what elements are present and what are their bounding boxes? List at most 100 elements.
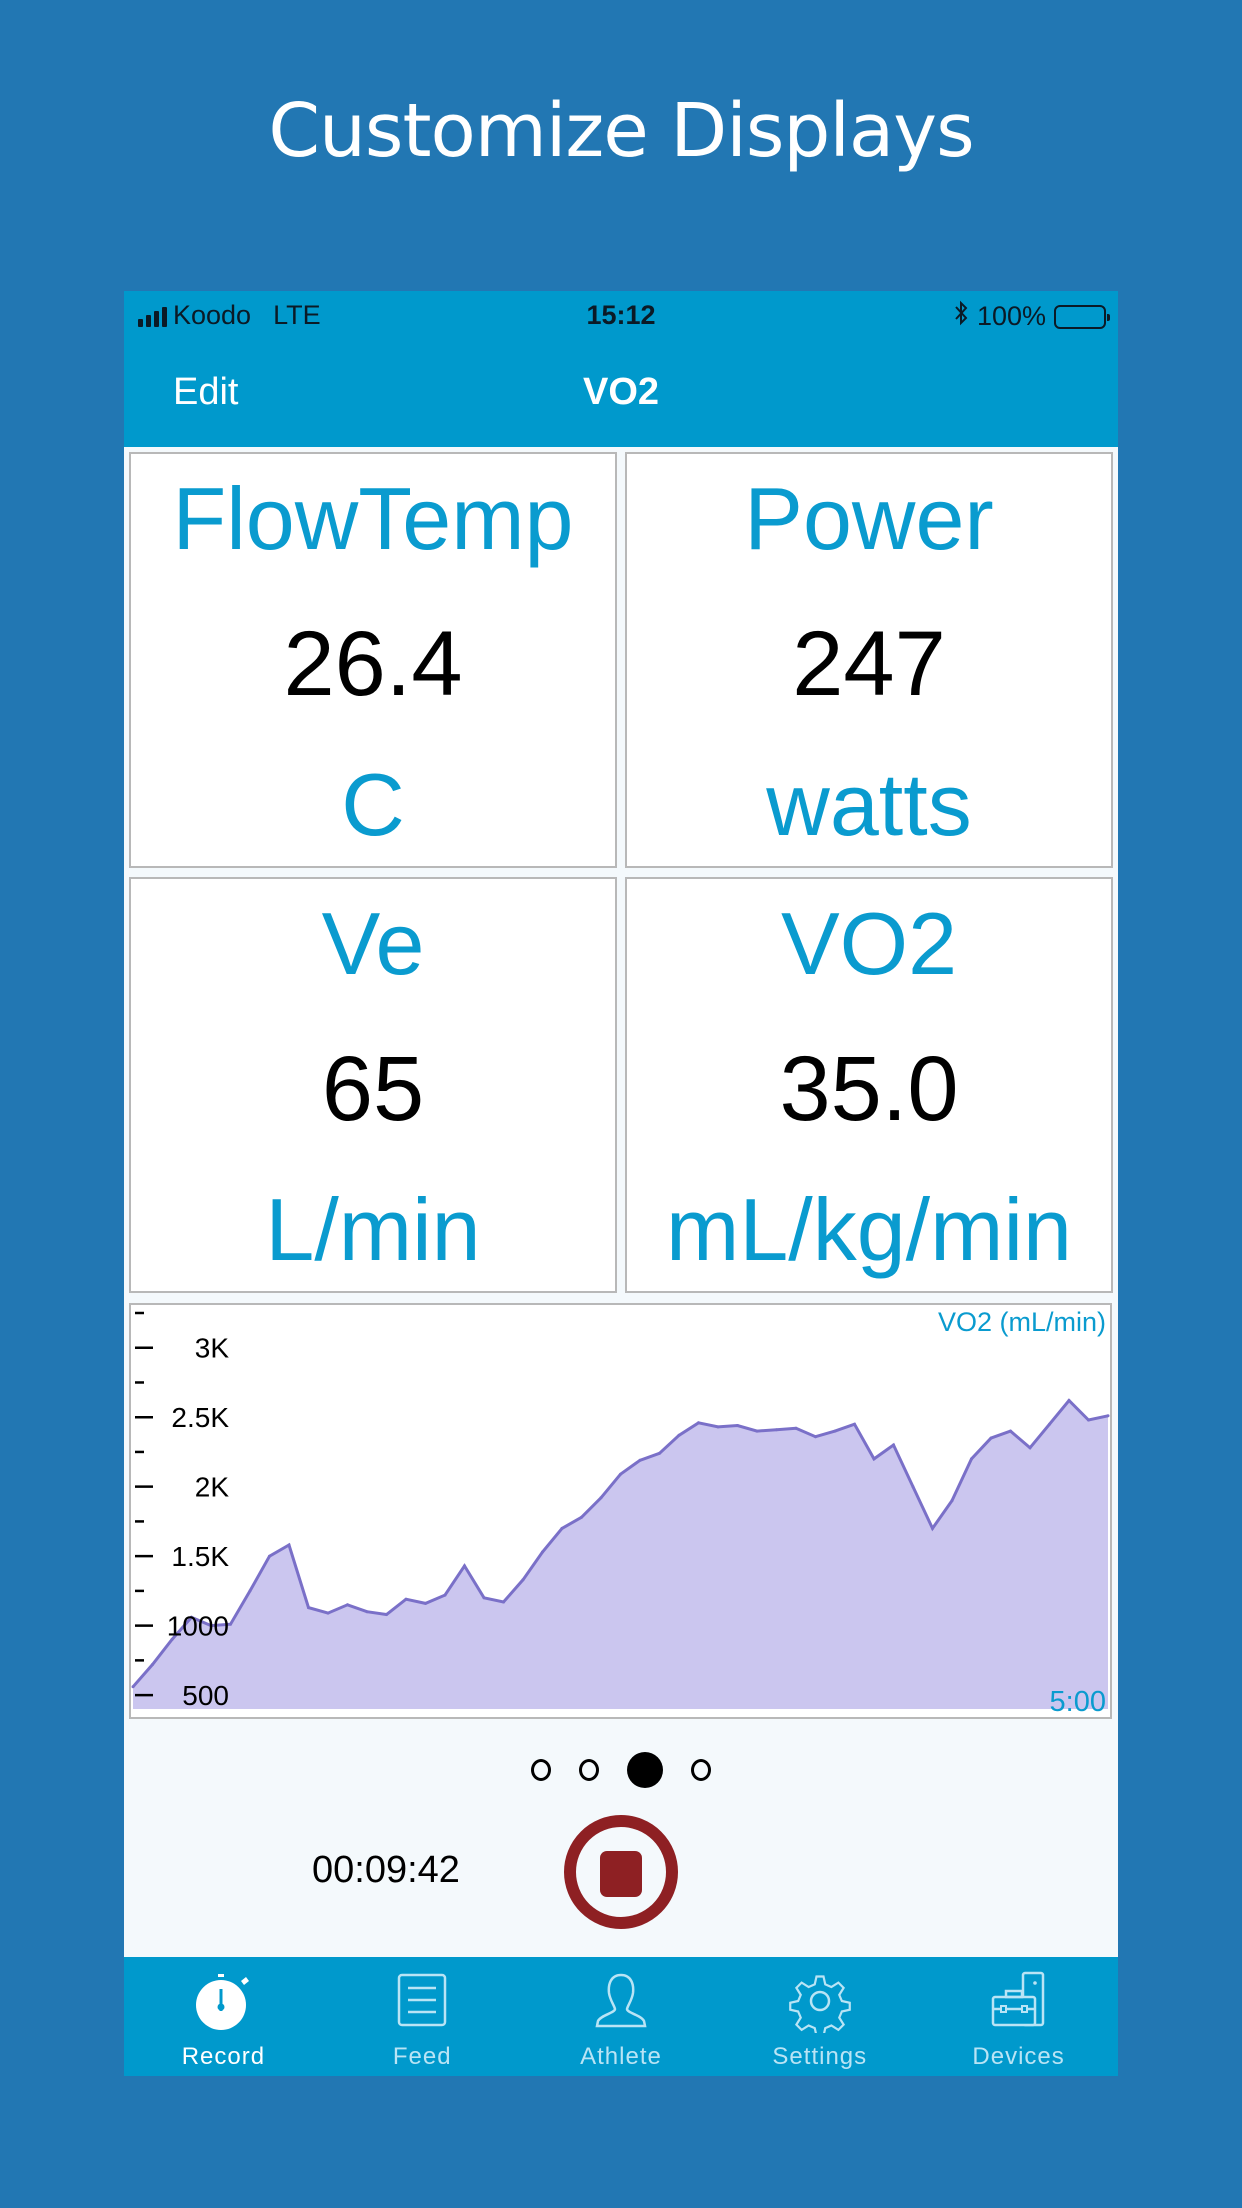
vo2-data-point	[443, 1593, 447, 1597]
vo2-data-point	[599, 1496, 603, 1500]
vo2-data-point	[131, 1685, 135, 1689]
vo2-data-point	[326, 1611, 330, 1615]
vo2-data-point	[1087, 1418, 1090, 1422]
page-dot[interactable]	[627, 1752, 663, 1788]
metric-value: 65	[321, 1038, 425, 1140]
vo2-data-point	[560, 1526, 564, 1530]
metric-card-ve[interactable]: Ve 65 L/min	[129, 877, 617, 1293]
tab-settings[interactable]: Settings	[720, 1957, 919, 2076]
page-dot[interactable]	[579, 1759, 599, 1781]
tab-athlete[interactable]: Athlete	[522, 1957, 721, 2076]
vo2-data-point	[1106, 1414, 1110, 1418]
vo2-data-point	[1067, 1399, 1071, 1402]
vo2-data-point	[638, 1458, 642, 1462]
vo2-data-point	[814, 1435, 817, 1439]
vo2-data-point	[853, 1422, 856, 1426]
stop-recording-button[interactable]	[564, 1815, 678, 1929]
metric-card-flowtemp[interactable]: FlowTemp 26.4 C	[129, 452, 617, 868]
battery-icon	[1054, 304, 1110, 329]
page-title: VO2	[582, 371, 660, 413]
metric-name: VO2	[780, 894, 958, 993]
tab-label: Settings	[772, 2043, 868, 2070]
vo2-data-point	[755, 1429, 759, 1433]
page-dot[interactable]	[531, 1759, 551, 1781]
chart-title: VO2 (mL/min)	[938, 1307, 1106, 1337]
vo2-data-point	[736, 1424, 739, 1427]
tab-feed[interactable]: Feed	[323, 1957, 522, 2076]
y-tick-label: 2K	[195, 1472, 230, 1503]
status-bar: Koodo LTE 15:12 100%	[124, 291, 1118, 341]
metric-name: FlowTemp	[172, 469, 574, 568]
vo2-data-point	[248, 1589, 252, 1593]
vo2-data-point	[463, 1564, 466, 1568]
y-tick-label: 1000	[167, 1611, 229, 1642]
vo2-data-point	[716, 1425, 720, 1429]
vo2-data-point	[677, 1433, 681, 1437]
vo2-chart-plot: 500 1000 1.5K 2K 2.5K 3K VO2 (mL/min) 5:00	[131, 1307, 1110, 1717]
vo2-data-point	[502, 1600, 505, 1604]
y-tick-label: 2.5K	[171, 1402, 229, 1433]
page-dot[interactable]	[691, 1759, 711, 1781]
tab-record[interactable]: Record	[124, 1957, 323, 2076]
metric-value: 35.0	[779, 1038, 959, 1140]
navigation-bar: Edit VO2	[124, 341, 1118, 447]
metric-value: 247	[792, 613, 946, 715]
vo2-data-point	[658, 1451, 661, 1455]
vo2-data-point	[775, 1428, 778, 1432]
elapsed-timer: 00:09:42	[312, 1849, 460, 1891]
vo2-data-point	[307, 1606, 310, 1610]
phone-screen: Koodo LTE 15:12 100% Edit VO2 FlowTemp 2…	[124, 291, 1118, 2076]
tab-bar: Record Feed Athlete Settings Devices	[124, 1957, 1118, 2076]
vo2-data-point	[346, 1603, 349, 1607]
tab-label: Feed	[392, 2043, 452, 2070]
page-indicator[interactable]	[124, 1752, 1118, 1788]
vo2-data-point	[521, 1578, 525, 1582]
vo2-data-point	[268, 1554, 271, 1558]
vo2-data-point	[794, 1426, 798, 1430]
vo2-data-point	[424, 1601, 427, 1605]
vo2-data-point	[1048, 1422, 1051, 1426]
metric-unit: L/min	[265, 1180, 481, 1279]
vo2-area-fill	[133, 1400, 1108, 1709]
vo2-data-point	[931, 1526, 934, 1530]
vo2-data-point	[1028, 1446, 1032, 1450]
vo2-data-point	[697, 1421, 700, 1425]
x-axis-time-label: 5:00	[1050, 1686, 1106, 1717]
bluetooth-icon	[953, 300, 969, 333]
vo2-data-point	[151, 1663, 154, 1666]
vo2-data-point	[541, 1550, 544, 1554]
vo2-data-point	[1009, 1429, 1012, 1433]
vo2-data-point	[911, 1485, 915, 1489]
tab-label: Athlete	[580, 2043, 662, 2070]
vo2-data-point	[229, 1622, 232, 1626]
y-tick-label: 3K	[195, 1333, 230, 1364]
vo2-data-point	[404, 1597, 408, 1601]
metric-card-power[interactable]: Power 247 watts	[625, 452, 1113, 868]
metric-unit: C	[341, 755, 405, 854]
vo2-data-point	[833, 1429, 837, 1433]
vo2-chart[interactable]: 500 1000 1.5K 2K 2.5K 3K VO2 (mL/min) 5:00	[129, 1303, 1112, 1719]
vo2-data-point	[970, 1457, 973, 1461]
vo2-data-point	[872, 1457, 876, 1461]
vo2-data-point	[385, 1613, 388, 1616]
metric-unit: mL/kg/min	[666, 1180, 1072, 1279]
devices-toolbox-icon	[991, 1971, 1044, 2027]
metric-name: Power	[744, 469, 994, 568]
battery-percent: 100%	[976, 301, 1046, 331]
gear-icon	[788, 1975, 851, 2033]
vo2-data-point	[950, 1499, 954, 1503]
y-tick-label: 500	[182, 1680, 229, 1711]
vo2-data-point	[482, 1596, 486, 1600]
metric-name: Ve	[321, 894, 425, 993]
vo2-data-point	[989, 1436, 993, 1440]
y-tick-label: 1.5K	[171, 1541, 229, 1572]
metric-value: 26.4	[283, 613, 463, 715]
promo-title: Customize Displays	[268, 88, 974, 174]
vo2-data-point	[580, 1515, 583, 1519]
tab-devices[interactable]: Devices	[919, 1957, 1118, 2076]
vo2-data-point	[287, 1543, 291, 1547]
stop-icon	[600, 1851, 642, 1897]
tab-label: Devices	[972, 2043, 1065, 2070]
metric-card-vo2[interactable]: VO2 35.0 mL/kg/min	[625, 877, 1113, 1293]
stopwatch-icon	[196, 1974, 250, 2030]
